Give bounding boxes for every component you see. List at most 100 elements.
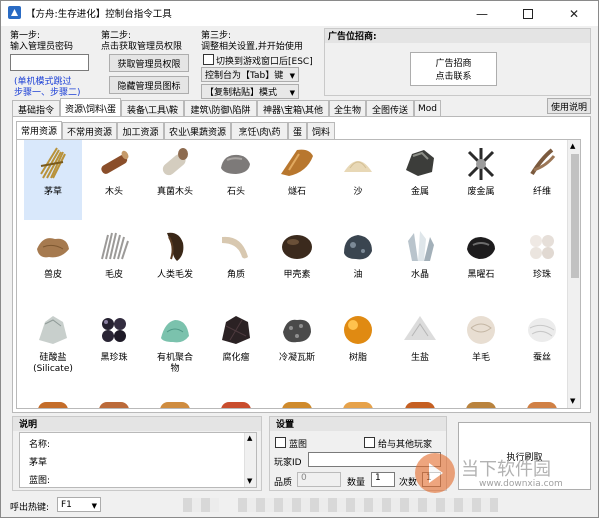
tab-artifacts[interactable]: 神器\宝箱\其他: [257, 100, 329, 117]
close-button[interactable]: ✕: [551, 1, 597, 26]
minimize-button[interactable]: —: [459, 1, 505, 26]
hotkey-select[interactable]: F1 ▼: [57, 497, 101, 512]
scroll-up-icon[interactable]: ▲: [570, 142, 575, 150]
resource-item-label: 黑珍珠: [100, 353, 128, 363]
resource-item[interactable]: 沙: [329, 140, 387, 220]
ad-button-line1: 广告招商: [435, 59, 472, 69]
resource-item[interactable]: 冷凝瓦斯: [268, 306, 326, 386]
paste-mode-select[interactable]: 【复制粘贴】模式 ▼: [201, 84, 299, 99]
switch-game-window-label: 切换到游戏窗口后[ESC]: [216, 57, 313, 67]
scroll-down-icon[interactable]: ▼: [247, 477, 252, 485]
partial-row-item-icon[interactable]: [343, 402, 373, 408]
resource-item[interactable]: 黑珍珠: [85, 306, 143, 386]
resource-item[interactable]: 毛皮: [85, 223, 143, 303]
resource-item[interactable]: 废金属: [452, 140, 510, 220]
tab-buildings[interactable]: 建筑\防御\陷阱: [184, 100, 257, 117]
resource-item-label: 黑曜石: [467, 270, 495, 280]
help-button[interactable]: 使用说明: [547, 98, 591, 114]
console-key-select[interactable]: 控制台为【Tab】键 ▼: [201, 67, 299, 82]
partial-row-item-icon[interactable]: [160, 402, 190, 408]
resource-item[interactable]: 羊毛: [452, 306, 510, 386]
scroll-down-icon[interactable]: ▼: [570, 397, 575, 405]
resource-item-label: 人类毛发: [156, 270, 193, 280]
subtab-agriculture[interactable]: 农业\果蔬资源: [164, 122, 231, 139]
tab-mod[interactable]: Mod: [414, 100, 441, 117]
partial-row-item-icon[interactable]: [38, 402, 68, 408]
tab-all-creatures[interactable]: 全生物: [329, 100, 366, 117]
partial-row-item-icon[interactable]: [405, 402, 435, 408]
subtab-processed[interactable]: 加工资源: [117, 122, 164, 139]
maximize-button[interactable]: [505, 1, 551, 26]
sand-icon: [344, 161, 372, 172]
partial-row-item-icon[interactable]: [221, 402, 251, 408]
resource-item[interactable]: 生盐: [391, 306, 449, 386]
scroll-up-icon[interactable]: ▲: [247, 434, 252, 442]
partial-row-item-icon[interactable]: [466, 402, 496, 408]
give-to-others-checkbox[interactable]: [364, 437, 375, 448]
hide-admin-icon-button[interactable]: 隐藏管理员图标: [109, 76, 189, 94]
ad-contact-button[interactable]: 广告招商 点击联系: [410, 52, 497, 86]
crystal-icon: [408, 231, 434, 261]
resource-item[interactable]: 腐化瘤: [207, 306, 265, 386]
resource-item[interactable]: 甲壳素: [268, 223, 326, 303]
switch-game-window-checkbox[interactable]: [203, 54, 214, 65]
partial-row-item-icon[interactable]: [527, 402, 557, 408]
resource-item[interactable]: 黑曜石: [452, 223, 510, 303]
quality-input[interactable]: 0: [297, 472, 341, 487]
resource-item-label: 生盐: [410, 353, 429, 363]
ad-button-line2: 点击联系: [435, 72, 472, 82]
subtab-eggs[interactable]: 蛋: [288, 122, 307, 139]
tab-teleport[interactable]: 全图传送: [366, 100, 414, 117]
chevron-down-icon: ▼: [289, 72, 295, 80]
partial-row-item-icon[interactable]: [99, 402, 129, 408]
subtab-uncommon[interactable]: 不常用资源: [62, 122, 117, 139]
resource-item[interactable]: 硅酸盐 (Silicate): [24, 306, 82, 386]
tab-basic-commands[interactable]: 基础指令: [12, 100, 60, 117]
tab-resources[interactable]: 资源\饲料\蛋: [60, 98, 121, 117]
resource-item[interactable]: 石头: [207, 140, 265, 220]
subtab-cooking[interactable]: 烹饪\肉\药: [231, 122, 288, 139]
app-window: 【方舟:生存进化】控制台指令工具 — ✕ 第一步: 输入管理员密码 (单机模式跳…: [0, 0, 599, 518]
chevron-down-icon: ▼: [289, 89, 295, 97]
resource-item-label: 废金属: [467, 187, 495, 197]
item-grid-scrollbar[interactable]: ▲ ▼: [567, 140, 580, 408]
hotkey-label: 呼出热键:: [10, 503, 50, 513]
watermark-url: www.downxia.com: [479, 479, 563, 489]
resource-item[interactable]: 兽皮: [24, 223, 82, 303]
tab-equipment[interactable]: 装备\工具\鞍: [121, 100, 184, 117]
admin-password-input[interactable]: [10, 54, 89, 71]
resource-item[interactable]: 茅草: [24, 140, 82, 220]
resource-item[interactable]: 蚕丝: [513, 306, 571, 386]
wool-icon: [467, 316, 495, 344]
resource-item-label: 蚕丝: [532, 353, 551, 363]
human-hair-icon: [167, 232, 184, 261]
resource-item-label: 甲壳素: [283, 270, 311, 280]
partial-row-item-icon[interactable]: [282, 402, 312, 408]
resource-item[interactable]: 油: [329, 223, 387, 303]
resource-item-label: 茅草: [43, 187, 62, 197]
resource-item[interactable]: 木头: [85, 140, 143, 220]
resource-item[interactable]: 树脂: [329, 306, 387, 386]
get-admin-button[interactable]: 获取管理员权限: [109, 54, 189, 72]
quantity-input[interactable]: 1: [371, 472, 395, 487]
resource-item-label: 真菌木头: [156, 187, 193, 197]
resource-item-label: 油: [353, 270, 363, 280]
resource-item[interactable]: 真菌木头: [146, 140, 204, 220]
resource-item[interactable]: 人类毛发: [146, 223, 204, 303]
subtab-kibble[interactable]: 饲料: [307, 122, 335, 139]
resource-item[interactable]: 燧石: [268, 140, 326, 220]
scrollbar-thumb[interactable]: [571, 154, 579, 278]
resource-item[interactable]: 有机聚合物: [146, 306, 204, 386]
blueprint-label: 蓝图: [289, 440, 308, 450]
resource-item[interactable]: 水晶: [391, 223, 449, 303]
description-scrollbar[interactable]: ▲ ▼: [244, 433, 256, 487]
resource-item[interactable]: 金属: [391, 140, 449, 220]
resource-item[interactable]: 纤维: [513, 140, 571, 220]
blueprint-checkbox[interactable]: [275, 437, 286, 448]
subtab-common[interactable]: 常用资源: [16, 121, 62, 139]
resource-item[interactable]: 角质: [207, 223, 265, 303]
app-logo-icon: [8, 6, 21, 19]
obsidian-icon: [467, 237, 495, 259]
blurred-status-text: [238, 498, 498, 512]
resource-item[interactable]: 珍珠: [513, 223, 571, 303]
